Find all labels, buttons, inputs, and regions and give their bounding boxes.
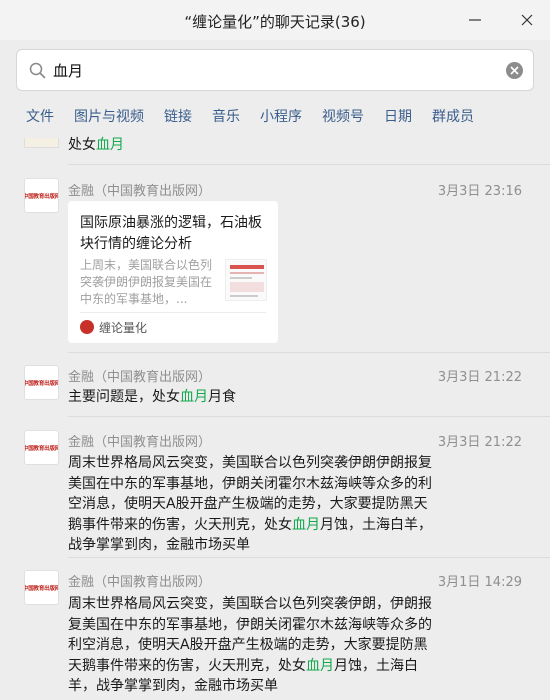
timestamp: 3月3日 23:16 [437,184,522,199]
search-icon [29,62,46,79]
tab-files[interactable]: 文件 [26,100,54,134]
card-divider [80,312,266,313]
list-item[interactable]: 中国教育出版网 金融（中国教育出版网） 3月1日 14:29 周末世界格局风云突… [0,558,550,700]
timestamp: 3月3日 21:22 [437,370,522,385]
message-text: 主要问题是，处女血月月食 [68,389,236,405]
list-item[interactable]: 处女血月 [0,134,550,166]
minimize-icon [469,19,481,21]
search-bar[interactable]: 血月 [16,49,534,91]
search-keyword-highlight: 血月 [96,137,124,153]
search-keyword-highlight: 血月 [306,657,334,674]
sender-name: 金融（中国教育出版网） [68,184,212,199]
clear-icon[interactable] [506,62,523,79]
card-title: 国际原油暴涨的逻辑，石油板块行情的缠论分析 [80,215,262,252]
tab-images-videos[interactable]: 图片与视频 [74,100,144,134]
tab-links[interactable]: 链接 [164,100,192,134]
sender-name: 金融（中国教育出版网） [68,370,212,385]
account-logo-icon [80,320,94,334]
message-text: 处女血月 [68,137,124,153]
tab-date[interactable]: 日期 [384,100,412,134]
card-description: 上周末，美国联合以色列突袭伊朗伊朗报复美国在中东的军事基地，... [80,258,213,306]
search-keyword-highlight: 血月 [180,389,208,405]
list-item[interactable]: 中国教育出版网 金融（中国教育出版网） 3月3日 21:22 周末世界格局风云突… [0,417,550,558]
tab-mini-programs[interactable]: 小程序 [260,100,302,134]
message-text: 周末世界格局风云突变，美国联合以色列突袭伊朗，伊朗报复美国在中东的军事基地，伊朗… [68,596,432,694]
search-input[interactable]: 血月 [53,60,83,81]
filter-tabs: 文件 图片与视频 链接 音乐 小程序 视频号 日期 群成员 [0,100,550,134]
timestamp: 3月1日 14:29 [437,575,522,590]
avatar: 中国教育出版网 [24,178,59,213]
close-icon [521,14,533,26]
minimize-button[interactable] [458,6,492,34]
list-item[interactable]: 中国教育出版网 金融（中国教育出版网） 3月3日 21:22 主要问题是，处女血… [0,353,550,417]
tab-group-members[interactable]: 群成员 [432,100,474,134]
avatar: 中国教育出版网 [24,570,59,605]
message-text: 周末世界格局风云突变，美国联合以色列突袭伊朗伊朗报复美国在中东的军事基地，伊朗关… [68,455,432,553]
title-bar: “缠论量化”的聊天记录(36) [0,0,550,40]
avatar: 中国教育出版网 [24,365,59,400]
close-button[interactable] [510,6,544,34]
card-source: 缠论量化 [99,321,148,335]
article-card[interactable]: 国际原油暴涨的逻辑，石油板块行情的缠论分析 上周末，美国联合以色列突袭伊朗伊朗报… [68,201,278,343]
sender-name: 金融（中国教育出版网） [68,575,212,590]
avatar: 中国教育出版网 [24,430,59,465]
timestamp: 3月3日 21:22 [437,435,522,450]
tab-channels[interactable]: 视频号 [322,100,364,134]
avatar [24,138,59,148]
sender-name: 金融（中国教育出版网） [68,435,212,450]
message-list[interactable]: 处女血月 中国教育出版网 金融（中国教育出版网） 3月3日 23:16 国际原油… [0,134,550,700]
card-thumbnail [225,259,267,301]
list-item[interactable]: 中国教育出版网 金融（中国教育出版网） 3月3日 23:16 国际原油暴涨的逻辑… [0,165,550,353]
search-keyword-highlight: 血月 [292,516,320,533]
tab-music[interactable]: 音乐 [212,100,240,134]
